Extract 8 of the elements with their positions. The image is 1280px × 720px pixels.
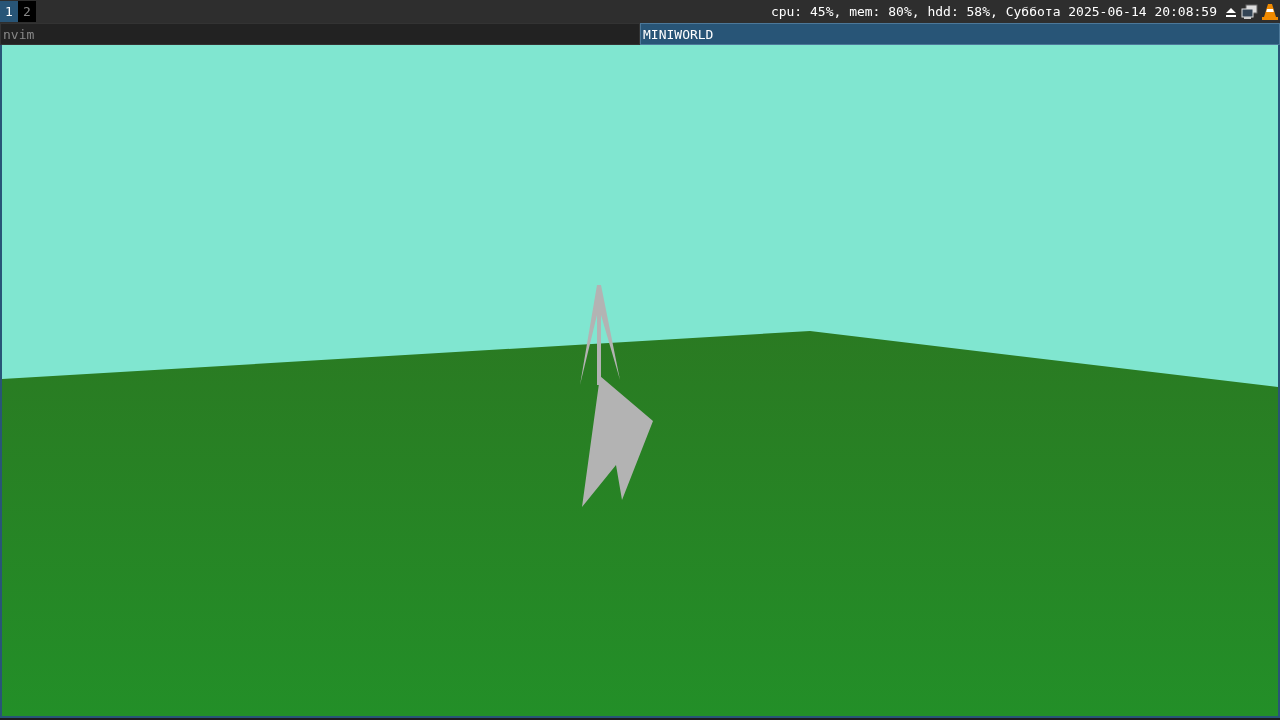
monitor-icon[interactable] [1241,3,1258,20]
traffic-cone-icon[interactable] [1262,3,1278,20]
workspace-button[interactable]: 2 [18,1,36,22]
workspace-button[interactable]: 1 [0,1,18,22]
window-tab[interactable]: nvim [0,23,640,45]
window-tab[interactable]: MINIWORLD [640,23,1280,45]
eject-icon[interactable] [1225,5,1237,18]
status-text: cpu: 45%, mem: 80%, hdd: 58%, Суббота 2025-06-14 20:08:59 [770,4,1217,19]
